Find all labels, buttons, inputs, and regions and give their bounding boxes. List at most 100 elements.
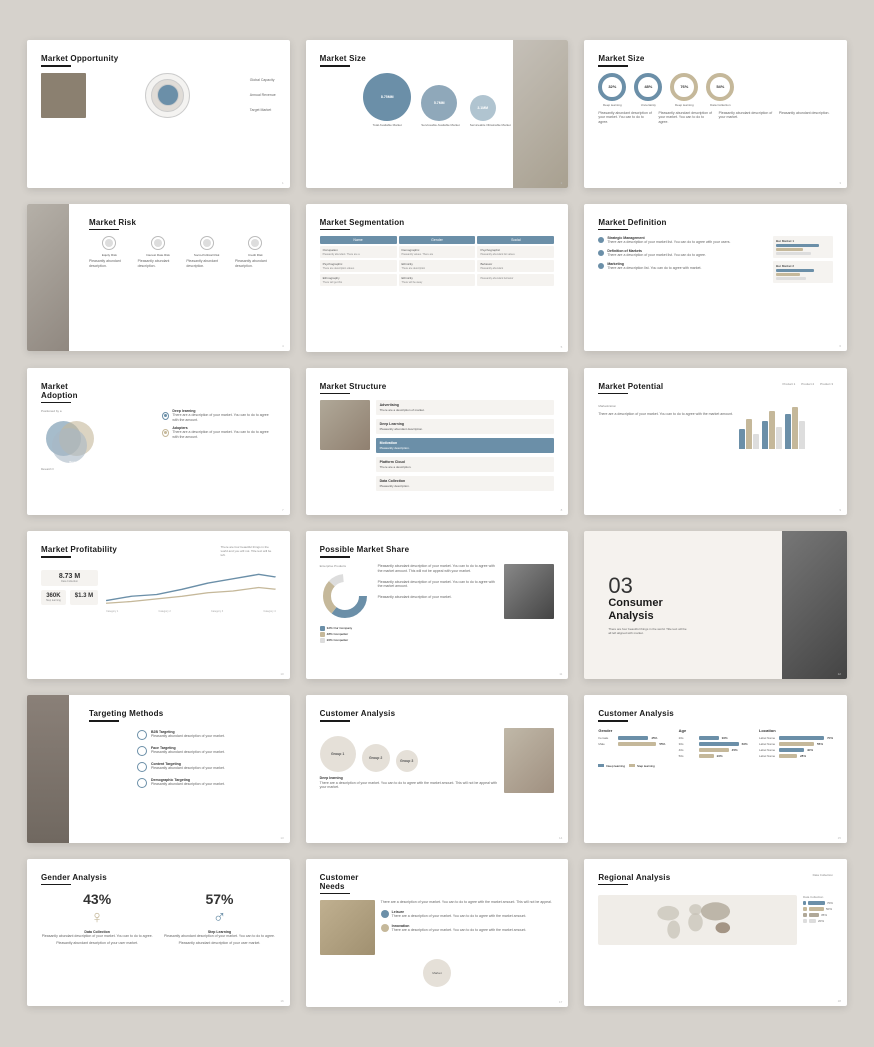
donut-1: 32% — [598, 73, 626, 101]
cust-circle-3: Group 3 — [396, 750, 418, 772]
slide-12: 03 ConsumerAnalysis There are four beaut… — [584, 531, 847, 679]
slide-8-title: Market Structure — [320, 382, 555, 391]
seg-table-header: Name Gender Social — [320, 236, 555, 244]
bubble-large: 8.75MM — [363, 73, 411, 121]
donut-2: 48% — [634, 73, 662, 101]
slide-13: Targeting Methods B2B Targeting Pleasant… — [27, 695, 290, 843]
chart-section: Gender Female 45% Male 55% Age 20s 30% — [598, 728, 833, 760]
targeting-b2b: B2B Targeting Pleasantly abundant descri… — [137, 730, 276, 740]
slide-11-photo — [504, 564, 554, 619]
targeting-demographic: Demographic Targeting Pleasantly abundan… — [137, 778, 276, 788]
risk-icons: Equity Risk Pleasantly abundant descript… — [89, 236, 276, 269]
needs-content: There are a description of your market. … — [320, 900, 555, 955]
slide-13-content: Targeting Methods B2B Targeting Pleasant… — [89, 709, 276, 788]
slide-18: Regional Analysis Data Collection — [584, 859, 847, 1007]
slide-6-underline — [598, 229, 628, 231]
cust-circle-1: Group 1 — [320, 736, 356, 772]
slide-2-bubbles: 8.75MM Total Available Market 5.7MM Serv… — [320, 73, 555, 127]
slide-3: Market Size 32% Deep learning 48% Uncert… — [584, 40, 847, 188]
donut-4: 54% — [706, 73, 734, 101]
slide-4: Market Risk Equity Risk Pleasantly abund… — [27, 204, 290, 352]
risk-1: Equity Risk Pleasantly abundant descript… — [89, 236, 130, 269]
def-left: Strategic Management There are a descrip… — [598, 236, 767, 286]
donut-3: 76% — [670, 73, 698, 101]
slide-6-number: 6 — [839, 344, 841, 348]
seg-row-3: EthnographyThere will get this Ethnicity… — [320, 274, 555, 286]
slide-4-underline — [89, 229, 119, 231]
slide-14-photo — [504, 728, 554, 793]
slide-1-photo — [41, 73, 86, 118]
profit-numbers: 8.73 M Data Collection 360K Step learnin… — [41, 570, 98, 605]
share-content: Enterprise Products 32% Our Company 48% … — [320, 564, 555, 643]
struct-motivation: Motivation Pleasantly description. — [376, 438, 555, 453]
slide-14: Customer Analysis Group 1 Group 2 Group … — [306, 695, 569, 843]
slide-15-number: 15 — [838, 836, 841, 840]
slide-8-number: 8 — [561, 508, 563, 512]
bubble-medium: 5.7MM — [421, 85, 457, 121]
slide-17-number: 17 — [559, 1000, 562, 1004]
slide-9-underline — [598, 393, 628, 395]
adoption-content: Positioned by a Deep learning Adopters R… — [41, 409, 276, 471]
slide-11-descriptions: Pleasantly abundant description of your … — [378, 564, 497, 643]
slide-12-photo — [782, 531, 847, 679]
struct-content: Advertising There are a description of m… — [320, 400, 555, 491]
slide-17-photo — [320, 900, 375, 955]
slide-14-number: 14 — [559, 836, 562, 840]
slide-7-underline — [41, 402, 71, 404]
slide-3-circles: 32% Deep learning 48% Uncertainty 76% De… — [598, 73, 833, 107]
slide-14-underline — [320, 720, 350, 722]
slide-10-underline — [41, 556, 71, 558]
seg-row-2: PsychographicThere are description value… — [320, 260, 555, 272]
slide-14-title: Customer Analysis — [320, 709, 555, 718]
cust-circles: Group 1 Group 2 Group 3 — [320, 736, 499, 772]
chart-legend: 32% Our Company 48% Competitor 20% Compe… — [320, 626, 370, 643]
slide-18-underline — [598, 884, 628, 886]
slide-4-title: Market Risk — [89, 218, 276, 227]
seg-row-1: OccupationPleasantly abundant. There are… — [320, 246, 555, 258]
slide-17-title: CustomerNeeds — [320, 873, 555, 891]
slide-11-underline — [320, 556, 350, 558]
slide-9-legend: Product 1 Product 2 Product 3 — [782, 382, 833, 386]
adoption-left: Positioned by a Deep learning Adopters R… — [41, 409, 154, 471]
slide-7-number: 7 — [282, 508, 284, 512]
slide-5-number: 5 — [561, 345, 563, 349]
slide-17-underline — [320, 893, 350, 895]
potential-content: Marketization There are a description of… — [598, 404, 833, 449]
slide-grid: Market Opportunity Global Capacity Annua… — [27, 40, 847, 1007]
slide-17-bottom: Market — [320, 959, 555, 987]
seg-table: Name Gender Social OccupationPleasantly … — [320, 236, 555, 286]
slide-13-photo — [27, 695, 69, 843]
risk-2: Interest Rate Risk Pleasantly abundant d… — [138, 236, 179, 269]
needs-donut: Market — [423, 959, 451, 987]
slide-11: Possible Market Share Enterprise Product… — [306, 531, 569, 679]
slide-15-title: Customer Analysis — [598, 709, 833, 718]
gender-content: 43% ♀ Data Collection Pleasantly abundan… — [41, 891, 276, 946]
slide-8: Market Structure Advertising There are a… — [306, 368, 569, 516]
need-innovation: Innovation There are a description of yo… — [381, 924, 555, 933]
age-chart: Age 20s 30% 30s 60% 40s 45% 50s — [679, 728, 751, 760]
struct-items: Advertising There are a description of m… — [376, 400, 555, 491]
slide-10-number: 10 — [280, 672, 283, 676]
chart-legend: Deep learning Step learning — [598, 764, 833, 768]
slide-15-underline — [598, 720, 628, 722]
slide-4-content: Market Risk Equity Risk Pleasantly abund… — [89, 218, 276, 269]
need-leisure: Leisure There are a description of your … — [381, 910, 555, 919]
profit-content: 8.73 M Data Collection 360K Step learnin… — [41, 570, 276, 605]
slide-6-title: Market Definition — [598, 218, 833, 227]
slide-4-number: 4 — [282, 344, 284, 348]
map-area: Data Collection 70% 50% — [598, 895, 833, 945]
female-percent: 43% — [41, 891, 153, 907]
slide-18-number: 18 — [838, 999, 841, 1003]
slide-10-title: Market Profitability — [41, 545, 117, 554]
slide-5-title: Market Segmentation — [320, 218, 555, 227]
slide-3-underline — [598, 65, 628, 67]
slide-15: Customer Analysis Gender Female 45% Male… — [584, 695, 847, 843]
male-side: 57% ♂ Step Learning Pleasantly abundant … — [163, 891, 275, 946]
concentric-circles — [145, 73, 190, 118]
slide-9-number: 9 — [839, 508, 841, 512]
slide-3-title: Market Size — [598, 54, 833, 63]
slide-16-underline — [41, 884, 71, 886]
slide-1-circles — [92, 73, 244, 118]
donut-chart-container: Enterprise Products 32% Our Company 48% … — [320, 564, 370, 643]
bar-chart — [739, 404, 805, 449]
